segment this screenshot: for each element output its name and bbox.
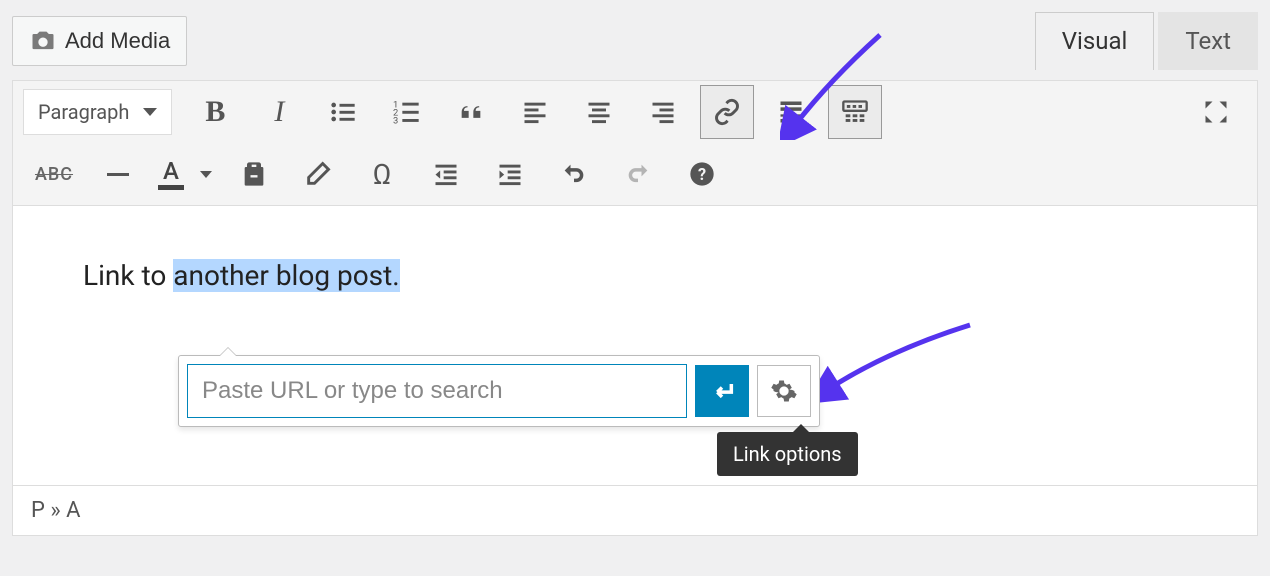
content-area[interactable]: Link to another blog post. xyxy=(12,206,1258,486)
align-right-icon xyxy=(649,98,677,126)
add-media-label: Add Media xyxy=(65,28,170,54)
fullscreen-icon xyxy=(1202,98,1230,126)
svg-text:?: ? xyxy=(698,165,706,184)
outdent-button[interactable] xyxy=(419,147,473,201)
chevron-down-icon xyxy=(200,171,212,178)
redo-icon xyxy=(624,160,652,188)
add-media-button[interactable]: Add Media xyxy=(12,16,187,66)
numbered-list-icon: 123 xyxy=(393,98,421,126)
tab-visual[interactable]: Visual xyxy=(1035,12,1155,70)
toolbar-row-1: Paragraph B I 123 xyxy=(13,81,1257,143)
align-right-button[interactable] xyxy=(636,85,690,139)
link-popover xyxy=(178,355,820,427)
bullet-list-icon xyxy=(329,98,357,126)
status-bar[interactable]: P » A xyxy=(12,486,1258,536)
hr-icon xyxy=(107,173,129,176)
strikethrough-button[interactable]: ABC xyxy=(27,147,81,201)
link-icon xyxy=(713,98,741,126)
help-button[interactable]: ? xyxy=(675,147,729,201)
read-more-icon xyxy=(777,98,805,126)
align-left-button[interactable] xyxy=(508,85,562,139)
special-character-button[interactable]: Ω xyxy=(355,147,409,201)
quote-icon xyxy=(457,98,485,126)
outdent-icon xyxy=(432,160,460,188)
text-color-dropdown[interactable] xyxy=(191,147,221,201)
enter-icon xyxy=(708,377,736,405)
clipboard-icon xyxy=(240,160,268,188)
gear-icon xyxy=(770,377,798,405)
numbered-list-button[interactable]: 123 xyxy=(380,85,434,139)
toolbar: Paragraph B I 123 xyxy=(12,80,1258,206)
bold-button[interactable]: B xyxy=(188,85,242,139)
align-center-icon xyxy=(585,98,613,126)
apply-link-button[interactable] xyxy=(695,365,749,417)
clear-formatting-button[interactable] xyxy=(291,147,345,201)
read-more-button[interactable] xyxy=(764,85,818,139)
insert-link-button[interactable] xyxy=(700,85,754,139)
link-options-button[interactable] xyxy=(757,365,811,417)
chevron-down-icon xyxy=(143,108,157,116)
format-select-label: Paragraph xyxy=(38,100,129,124)
link-options-tooltip: Link options xyxy=(717,432,858,476)
align-left-icon xyxy=(521,98,549,126)
undo-icon xyxy=(560,160,588,188)
editor-tabs: Visual Text xyxy=(1035,12,1258,70)
content-prefix: Link to xyxy=(83,259,173,292)
content-text[interactable]: Link to another blog post. xyxy=(83,256,1187,295)
bullet-list-button[interactable] xyxy=(316,85,370,139)
camera-music-icon xyxy=(29,27,57,55)
help-icon: ? xyxy=(688,160,716,188)
toolbar-toggle-button[interactable] xyxy=(828,85,882,139)
svg-text:3: 3 xyxy=(393,116,398,126)
tab-text[interactable]: Text xyxy=(1158,12,1258,70)
redo-button[interactable] xyxy=(611,147,665,201)
blockquote-button[interactable] xyxy=(444,85,498,139)
indent-icon xyxy=(496,160,524,188)
top-row: Add Media Visual Text xyxy=(12,12,1258,70)
paste-text-button[interactable] xyxy=(227,147,281,201)
toolbar-row-2: ABC A Ω xyxy=(13,143,1257,205)
format-select[interactable]: Paragraph xyxy=(23,89,172,135)
fullscreen-button[interactable] xyxy=(1189,85,1243,139)
indent-button[interactable] xyxy=(483,147,537,201)
kitchen-sink-icon xyxy=(841,98,869,126)
url-input[interactable] xyxy=(187,364,687,418)
content-selected: another blog post. xyxy=(173,259,399,292)
undo-button[interactable] xyxy=(547,147,601,201)
align-center-button[interactable] xyxy=(572,85,626,139)
text-color-button[interactable]: A xyxy=(151,147,221,201)
eraser-icon xyxy=(304,160,332,188)
editor-container: Add Media Visual Text Paragraph B I 123 xyxy=(0,0,1270,548)
italic-button[interactable]: I xyxy=(252,85,306,139)
horizontal-rule-button[interactable] xyxy=(91,147,145,201)
